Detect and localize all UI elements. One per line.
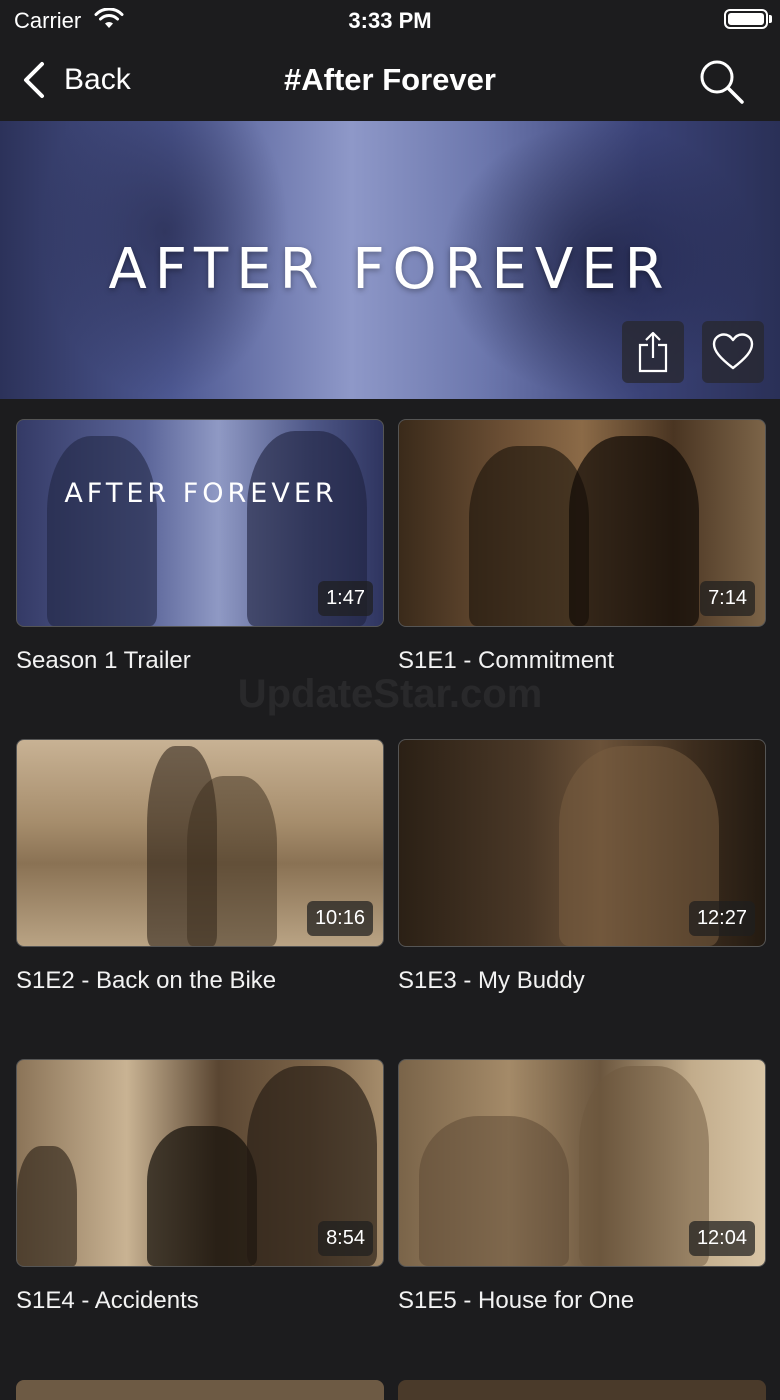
search-icon[interactable]	[696, 56, 746, 106]
chevron-left-icon	[24, 62, 44, 98]
share-button[interactable]	[622, 321, 684, 383]
duration-badge: 12:04	[688, 1221, 755, 1256]
duration-badge: 12:27	[688, 901, 755, 936]
heart-icon	[712, 333, 754, 370]
duration-badge: 8:54	[318, 1221, 373, 1256]
episode-card-trailer[interactable]: AFTER FOREVER 1:47 Season 1 Trailer	[16, 419, 384, 675]
episode-card-s1e4[interactable]: 8:54 S1E4 - Accidents	[16, 1059, 384, 1315]
episode-thumbnail: AFTER FOREVER 1:47	[16, 419, 384, 627]
share-icon	[638, 331, 668, 373]
duration-badge: 1:47	[318, 581, 373, 616]
episode-title: S1E3 - My Buddy	[398, 967, 585, 994]
battery-nub	[769, 15, 772, 23]
thumb-figure	[187, 776, 277, 946]
hero-title: AFTER FOREVER	[108, 237, 672, 302]
thumb-figure	[17, 1146, 77, 1266]
status-time: 3:33 PM	[348, 8, 432, 33]
back-button[interactable]: Back	[20, 58, 131, 102]
battery-icon	[724, 9, 768, 29]
episode-title: S1E5 - House for One	[398, 1287, 635, 1314]
duration-badge: 7:14	[700, 581, 755, 616]
thumb-figure	[569, 436, 699, 626]
episode-thumbnail: 7:14	[398, 419, 766, 627]
episode-thumbnail: 12:27	[398, 739, 766, 947]
watermark: UpdateStar.com	[237, 672, 543, 716]
episode-card-s1e1[interactable]: 7:14 S1E1 - Commitment	[398, 419, 766, 675]
hero-banner: AFTER FOREVER	[0, 121, 780, 399]
thumb-figure	[47, 436, 157, 626]
duration-badge: 10:16	[306, 901, 373, 936]
episode-card-s1e2[interactable]: 10:16 S1E2 - Back on the Bike	[16, 739, 384, 995]
episode-card-peek[interactable]	[398, 1380, 766, 1400]
status-bar: Carrier 3:33 PM	[0, 0, 780, 40]
back-label: Back	[64, 63, 131, 96]
thumb-figure	[147, 1126, 257, 1266]
episode-title: S1E4 - Accidents	[16, 1287, 199, 1314]
thumb-figure	[419, 1116, 569, 1266]
episode-card-peek[interactable]	[16, 1380, 384, 1400]
episode-title: Season 1 Trailer	[16, 647, 191, 674]
episode-card-s1e3[interactable]: 12:27 S1E3 - My Buddy	[398, 739, 766, 995]
episode-thumbnail: 8:54	[16, 1059, 384, 1267]
thumbnail-caption: AFTER FOREVER	[64, 478, 338, 509]
episode-title: S1E1 - Commitment	[398, 647, 615, 674]
page-title: #After Forever	[284, 62, 496, 97]
episode-card-s1e5[interactable]: 12:04 S1E5 - House for One	[398, 1059, 766, 1315]
episode-thumbnail: 12:04	[398, 1059, 766, 1267]
episode-thumbnail: 10:16	[16, 739, 384, 947]
navigation-bar: Back #After Forever	[0, 40, 780, 120]
favorite-button[interactable]	[702, 321, 764, 383]
episode-title: S1E2 - Back on the Bike	[16, 967, 277, 994]
